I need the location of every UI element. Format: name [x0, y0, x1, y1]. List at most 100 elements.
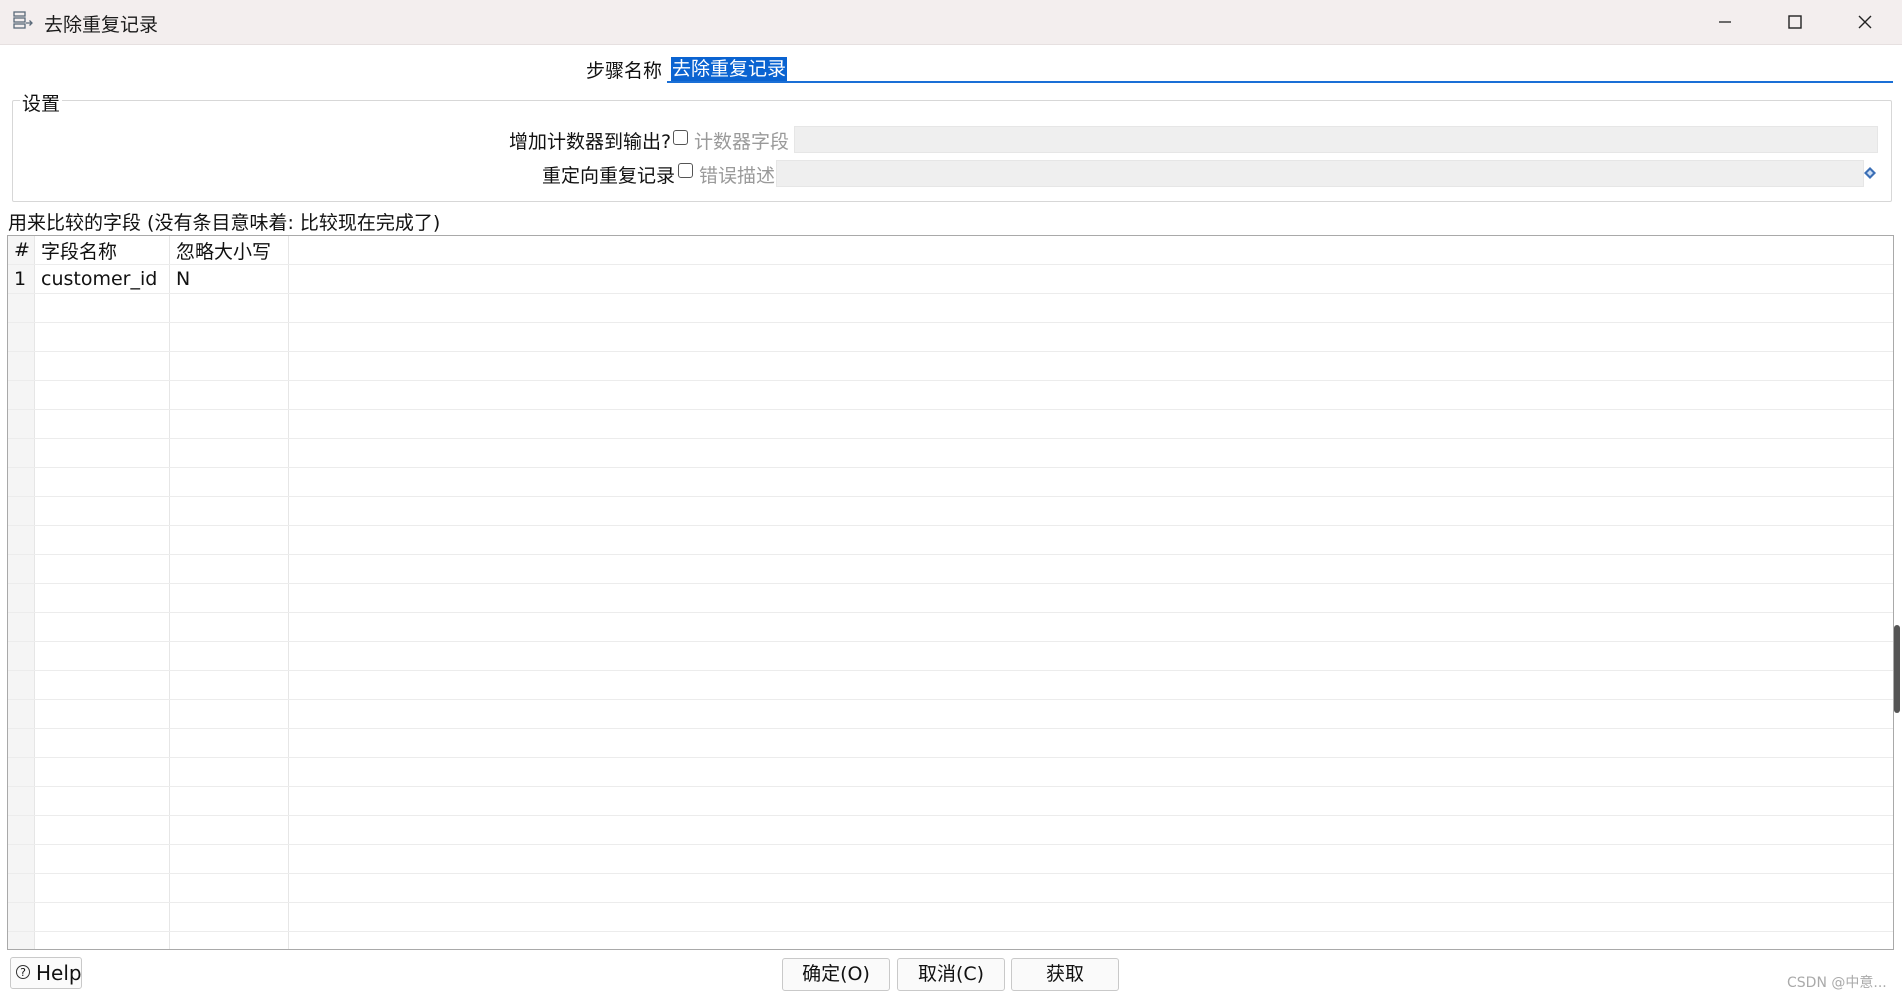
- empty-cell[interactable]: [8, 409, 35, 439]
- empty-cell[interactable]: [169, 525, 289, 555]
- field-name-cell[interactable]: customer_id: [34, 264, 170, 294]
- vertical-scrollbar-thumb[interactable]: [1894, 625, 1900, 713]
- empty-cell[interactable]: [8, 786, 35, 816]
- empty-table-row[interactable]: [8, 409, 1893, 439]
- empty-cell[interactable]: [169, 380, 289, 410]
- empty-cell[interactable]: [169, 931, 289, 949]
- empty-table-row[interactable]: [8, 583, 1893, 613]
- cancel-button[interactable]: 取消(C): [897, 958, 1005, 991]
- empty-table-row[interactable]: [8, 554, 1893, 584]
- ignore-case-cell[interactable]: N: [169, 264, 289, 294]
- empty-cell[interactable]: [8, 351, 35, 381]
- empty-cell[interactable]: [169, 496, 289, 526]
- empty-cell[interactable]: [34, 409, 170, 439]
- empty-cell[interactable]: [34, 757, 170, 787]
- empty-cell[interactable]: [34, 293, 170, 323]
- empty-cell[interactable]: [8, 699, 35, 729]
- empty-cell[interactable]: [169, 467, 289, 497]
- empty-cell[interactable]: [169, 757, 289, 787]
- empty-table-row[interactable]: [8, 496, 1893, 526]
- empty-cell[interactable]: [34, 351, 170, 381]
- table-row[interactable]: 1 customer_id N: [8, 264, 1893, 294]
- empty-cell[interactable]: [169, 351, 289, 381]
- empty-table-row[interactable]: [8, 612, 1893, 642]
- variable-diamond-icon[interactable]: [1863, 166, 1877, 180]
- empty-table-row[interactable]: [8, 786, 1893, 816]
- ok-button[interactable]: 确定(O): [782, 958, 890, 991]
- empty-cell[interactable]: [8, 322, 35, 352]
- empty-cell[interactable]: [34, 873, 170, 903]
- minimize-button[interactable]: [1690, 0, 1760, 44]
- empty-table-row[interactable]: [8, 757, 1893, 787]
- empty-cell[interactable]: [34, 380, 170, 410]
- empty-cell[interactable]: [8, 293, 35, 323]
- empty-cell[interactable]: [169, 786, 289, 816]
- empty-table-row[interactable]: [8, 380, 1893, 410]
- empty-cell[interactable]: [169, 612, 289, 642]
- empty-cell[interactable]: [169, 409, 289, 439]
- empty-table-row[interactable]: [8, 467, 1893, 497]
- column-header-num[interactable]: #: [8, 236, 35, 265]
- empty-cell[interactable]: [169, 699, 289, 729]
- empty-cell[interactable]: [34, 670, 170, 700]
- empty-cell[interactable]: [8, 583, 35, 613]
- empty-cell[interactable]: [34, 641, 170, 671]
- empty-cell[interactable]: [8, 728, 35, 758]
- empty-cell[interactable]: [8, 873, 35, 903]
- empty-cell[interactable]: [34, 525, 170, 555]
- empty-cell[interactable]: [34, 583, 170, 613]
- empty-table-row[interactable]: [8, 728, 1893, 758]
- empty-cell[interactable]: [8, 467, 35, 497]
- empty-table-row[interactable]: [8, 641, 1893, 671]
- empty-cell[interactable]: [169, 728, 289, 758]
- empty-cell[interactable]: [169, 902, 289, 932]
- empty-cell[interactable]: [169, 641, 289, 671]
- row-number-cell[interactable]: 1: [8, 264, 35, 294]
- empty-cell[interactable]: [8, 815, 35, 845]
- empty-table-row[interactable]: [8, 844, 1893, 874]
- empty-cell[interactable]: [169, 322, 289, 352]
- empty-cell[interactable]: [8, 641, 35, 671]
- empty-cell[interactable]: [8, 902, 35, 932]
- empty-cell[interactable]: [8, 525, 35, 555]
- get-fields-button[interactable]: 获取: [1011, 958, 1119, 991]
- empty-cell[interactable]: [169, 815, 289, 845]
- counter-field-input[interactable]: [794, 126, 1878, 153]
- empty-table-row[interactable]: [8, 293, 1893, 323]
- empty-cell[interactable]: [169, 873, 289, 903]
- empty-cell[interactable]: [34, 931, 170, 949]
- column-header-field-name[interactable]: 字段名称: [34, 236, 170, 265]
- empty-cell[interactable]: [34, 786, 170, 816]
- empty-cell[interactable]: [8, 931, 35, 949]
- empty-cell[interactable]: [169, 583, 289, 613]
- empty-table-row[interactable]: [8, 931, 1893, 949]
- add-counter-checkbox[interactable]: [673, 130, 688, 145]
- empty-cell[interactable]: [34, 815, 170, 845]
- empty-cell[interactable]: [34, 496, 170, 526]
- column-header-ignore-case[interactable]: 忽略大小写: [169, 236, 289, 265]
- empty-cell[interactable]: [8, 380, 35, 410]
- empty-cell[interactable]: [34, 844, 170, 874]
- empty-table-row[interactable]: [8, 902, 1893, 932]
- empty-cell[interactable]: [8, 844, 35, 874]
- step-name-input[interactable]: 去除重复记录: [667, 55, 1893, 83]
- empty-table-row[interactable]: [8, 438, 1893, 468]
- empty-cell[interactable]: [8, 438, 35, 468]
- empty-table-row[interactable]: [8, 351, 1893, 381]
- empty-table-row[interactable]: [8, 322, 1893, 352]
- empty-cell[interactable]: [34, 699, 170, 729]
- empty-cell[interactable]: [34, 612, 170, 642]
- close-button[interactable]: [1830, 0, 1900, 44]
- empty-cell[interactable]: [34, 467, 170, 497]
- empty-cell[interactable]: [34, 902, 170, 932]
- empty-cell[interactable]: [169, 293, 289, 323]
- empty-table-row[interactable]: [8, 699, 1893, 729]
- empty-table-row[interactable]: [8, 815, 1893, 845]
- empty-table-row[interactable]: [8, 525, 1893, 555]
- redirect-duplicates-checkbox[interactable]: [678, 163, 693, 178]
- empty-cell[interactable]: [169, 438, 289, 468]
- empty-cell[interactable]: [34, 554, 170, 584]
- empty-cell[interactable]: [8, 757, 35, 787]
- empty-cell[interactable]: [34, 322, 170, 352]
- help-button[interactable]: ? Help: [10, 957, 82, 989]
